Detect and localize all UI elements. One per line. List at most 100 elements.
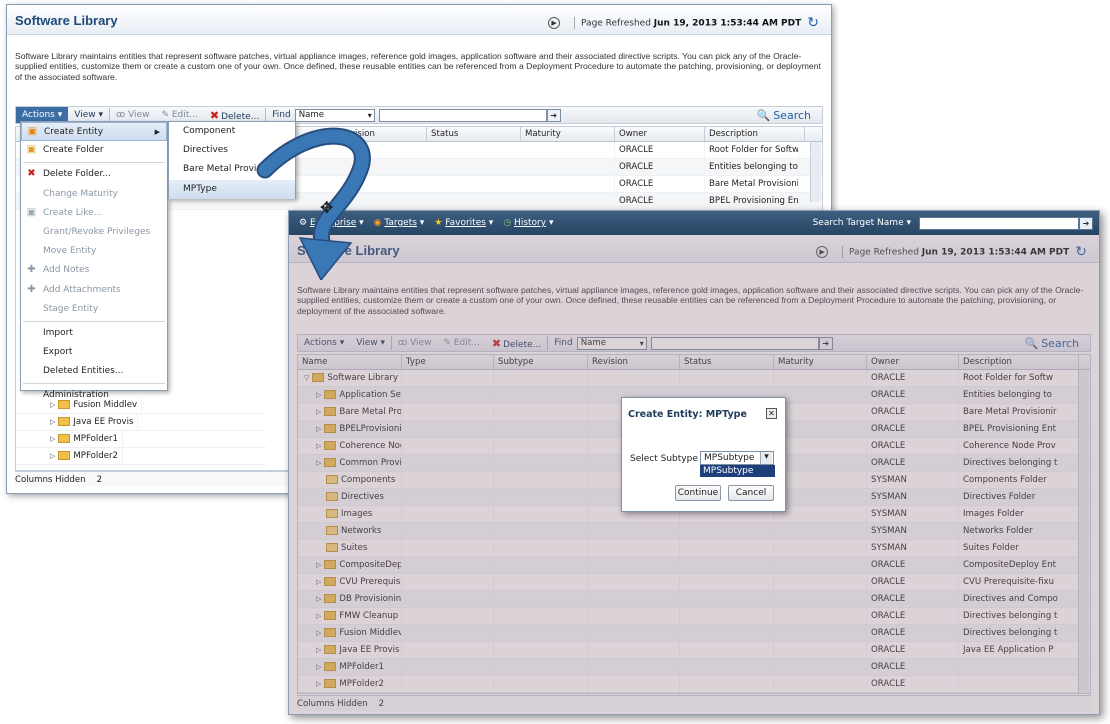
- column-status[interactable]: Status: [680, 355, 774, 369]
- row-name: Java EE Provis: [339, 645, 400, 655]
- delete-button[interactable]: ✖ Delete...: [204, 109, 265, 122]
- find-field-select[interactable]: Name: [294, 108, 375, 122]
- expand-closed-icon[interactable]: ▷: [316, 680, 321, 688]
- expand-open-icon[interactable]: ▽: [304, 374, 309, 382]
- column-subtype[interactable]: Subtype: [494, 355, 588, 369]
- submenu-item-directives[interactable]: Directives: [169, 141, 295, 160]
- tree-item[interactable]: ▷ MPFolder1: [16, 431, 266, 448]
- refresh-icon[interactable]: ↻: [807, 15, 819, 31]
- table-row[interactable]: ▷ MPFolder2 ORACLE: [298, 676, 1090, 693]
- table-scrollbar[interactable]: [1078, 370, 1089, 693]
- expand-closed-icon[interactable]: ▷: [316, 646, 321, 654]
- find-go-button[interactable]: ➔: [818, 336, 833, 350]
- menu-item-move-entity[interactable]: Move Entity: [21, 242, 167, 261]
- view-button[interactable]: ꝏ View: [392, 338, 437, 348]
- submenu-item-component[interactable]: Component: [169, 122, 295, 141]
- view-menu-button[interactable]: View ▾: [68, 110, 109, 120]
- find-input[interactable]: [378, 108, 547, 122]
- column-revision[interactable]: Revision: [335, 127, 427, 141]
- actions-menu-button[interactable]: Actions ▾: [298, 338, 350, 348]
- menu-item-stage-entity[interactable]: Stage Entity: [21, 300, 167, 319]
- nav-favorites[interactable]: ★ Favorites ▾: [434, 218, 493, 228]
- table-scrollbar[interactable]: [810, 142, 821, 202]
- expand-closed-icon[interactable]: ▷: [316, 561, 321, 569]
- column-description[interactable]: Description: [959, 355, 1079, 369]
- menu-item-export[interactable]: Export: [21, 343, 167, 362]
- tree-item[interactable]: ▷ MPFolder2: [16, 448, 266, 465]
- expand-closed-icon[interactable]: ▷: [316, 663, 321, 671]
- view-menu-button[interactable]: View ▾: [350, 338, 391, 348]
- search-target-go-button[interactable]: ➔: [1079, 216, 1093, 230]
- expand-closed-icon[interactable]: ▷: [316, 578, 321, 586]
- column-owner[interactable]: Owner: [615, 127, 705, 141]
- find-input[interactable]: [650, 336, 819, 350]
- search-target-select[interactable]: Search Target Name ▾: [813, 218, 911, 228]
- column-description[interactable]: Description: [705, 127, 805, 141]
- menu-item-create-like[interactable]: ▣ Create Like...: [21, 204, 167, 223]
- column-revision[interactable]: Revision: [588, 355, 680, 369]
- search-link[interactable]: 🔍 Search: [757, 109, 823, 122]
- nav-enterprise[interactable]: ⚙ Enterprise ▾: [299, 218, 364, 228]
- row-owner: ORACLE: [867, 659, 959, 675]
- column-maturity[interactable]: Maturity: [521, 127, 615, 141]
- menu-item-grant-revoke[interactable]: Grant/Revoke Privileges: [21, 223, 167, 242]
- expand-closed-icon[interactable]: ▷: [316, 425, 321, 433]
- table-row[interactable]: ▷ Fusion Middlev ORACLE Directives belongin…: [298, 625, 1090, 642]
- cancel-button[interactable]: Cancel: [728, 485, 774, 501]
- play-icon[interactable]: ▶: [548, 17, 561, 29]
- menu-item-deleted-entities[interactable]: Deleted Entities...: [21, 362, 167, 381]
- column-type[interactable]: Type: [402, 355, 494, 369]
- close-icon[interactable]: ✕: [766, 408, 777, 419]
- find-field-select[interactable]: Name: [576, 336, 647, 350]
- table-row[interactable]: Suites SYSMAN Suites Folder: [298, 540, 1090, 557]
- folder-icon: [324, 390, 337, 399]
- menu-item-change-maturity[interactable]: Change Maturity: [21, 185, 167, 204]
- expand-closed-icon[interactable]: ▷: [316, 391, 321, 399]
- subtype-select[interactable]: MPSubtype: [700, 451, 774, 465]
- expand-closed-icon[interactable]: ▷: [316, 459, 321, 467]
- menu-item-import[interactable]: Import: [21, 324, 167, 343]
- submenu-item-bare-metal[interactable]: Bare Metal Provi: [169, 160, 295, 179]
- history-icon: ◷: [503, 218, 512, 228]
- search-target-input[interactable]: [919, 216, 1079, 230]
- play-icon[interactable]: ▶: [816, 246, 829, 258]
- delete-button[interactable]: ✖ Delete...: [486, 337, 547, 350]
- edit-button[interactable]: ✎ Edit...: [155, 110, 203, 120]
- column-name[interactable]: Name: [298, 355, 402, 369]
- table-row[interactable]: ▽ Software Library ORACLE Root Folder for S…: [298, 370, 1090, 387]
- menu-item-create-entity[interactable]: ▣ Create Entity ▶: [21, 122, 167, 142]
- search-link[interactable]: 🔍 Search: [1025, 337, 1091, 350]
- expand-closed-icon[interactable]: ▷: [316, 612, 321, 620]
- tree-item[interactable]: ▷ Java EE Provis: [16, 414, 266, 431]
- table-row[interactable]: ▷ FMW Cleanup ORACLE Directives belonging t: [298, 608, 1090, 625]
- table-row[interactable]: ▷ CVU Prerequisi ORACLE CVU Prerequisite-fi…: [298, 574, 1090, 591]
- menu-item-add-notes[interactable]: ✚ Add Notes: [21, 261, 167, 280]
- column-status[interactable]: Status: [427, 127, 521, 141]
- refresh-icon[interactable]: ↻: [1075, 244, 1087, 260]
- table-row[interactable]: ▷ Java EE Provis ORACLE Java EE Application…: [298, 642, 1090, 659]
- menu-item-create-folder[interactable]: ▣ Create Folder: [21, 141, 167, 160]
- table-row[interactable]: ▷ DB Provisioning ORACLE Directives and Com…: [298, 591, 1090, 608]
- nav-history[interactable]: ◷ History ▾: [503, 218, 553, 228]
- expand-closed-icon[interactable]: ▷: [316, 595, 321, 603]
- edit-button[interactable]: ✎ Edit...: [437, 338, 485, 348]
- table-row[interactable]: ▷ CompositeDep ORACLE CompositeDeploy Ent: [298, 557, 1090, 574]
- menu-item-add-attachments[interactable]: ✚ Add Attachments: [21, 281, 167, 300]
- expand-closed-icon[interactable]: ▷: [316, 629, 321, 637]
- expand-closed-icon[interactable]: ▷: [316, 442, 321, 450]
- menu-item-administration[interactable]: Administration: [21, 386, 167, 405]
- find-go-button[interactable]: ➔: [546, 108, 561, 122]
- table-row[interactable]: Networks SYSMAN Networks Folder: [298, 523, 1090, 540]
- row-description: Root Folder for Softw: [959, 370, 1079, 386]
- column-owner[interactable]: Owner: [867, 355, 959, 369]
- nav-targets[interactable]: ◉ Targets ▾: [374, 218, 425, 228]
- menu-item-delete-folder[interactable]: ✖ Delete Folder...: [21, 165, 167, 184]
- expand-closed-icon[interactable]: ▷: [316, 408, 321, 416]
- row-description: [959, 676, 1079, 692]
- subtype-option[interactable]: MPSubtype: [700, 465, 775, 477]
- view-button[interactable]: ꝏ View: [110, 110, 155, 120]
- submenu-item-mptype[interactable]: MPType: [169, 179, 295, 199]
- continue-button[interactable]: Continue: [675, 485, 721, 501]
- column-maturity[interactable]: Maturity: [774, 355, 867, 369]
- table-row[interactable]: ▷ MPFolder1 ORACLE: [298, 659, 1090, 676]
